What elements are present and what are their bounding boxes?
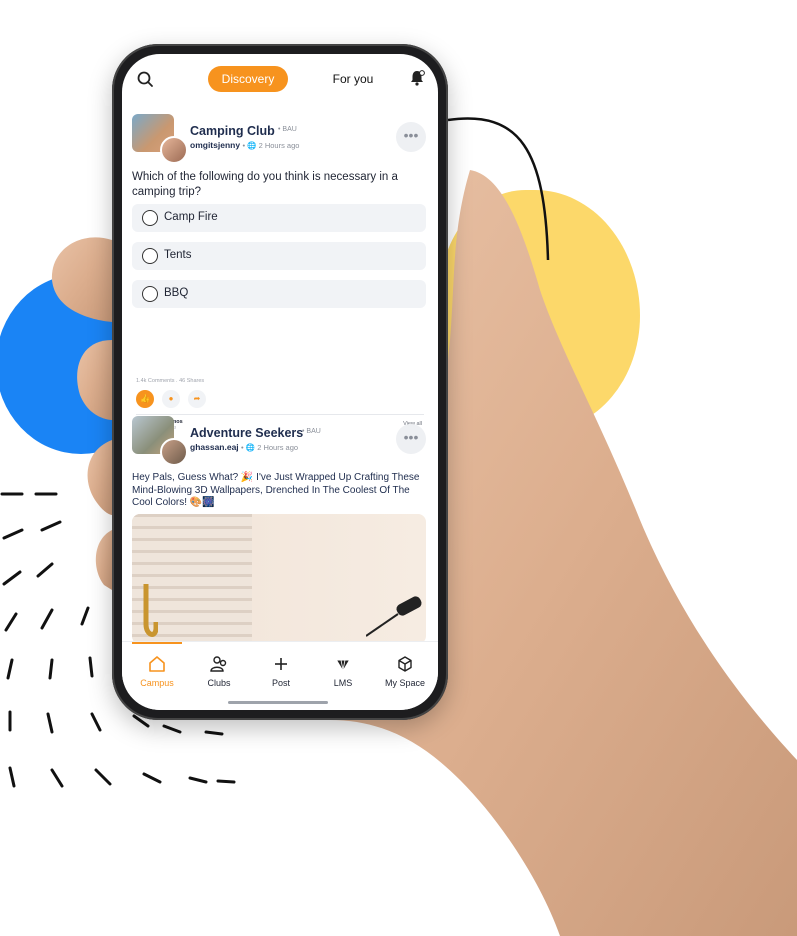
poll-option-label: Tents bbox=[164, 249, 192, 261]
club-tag: • BAU bbox=[278, 126, 297, 133]
poll-option[interactable]: Tents bbox=[132, 242, 426, 270]
username[interactable]: ghassan.eaj bbox=[190, 442, 239, 452]
more-options-button[interactable]: ••• bbox=[396, 122, 426, 152]
tab-for-you[interactable]: For you bbox=[318, 66, 388, 92]
radio-icon bbox=[142, 286, 158, 302]
nav-lms[interactable]: LMS bbox=[312, 642, 374, 702]
post-time: • 🌐 2 Hours ago bbox=[242, 141, 300, 150]
post-meta: omgitsjenny • 🌐 2 Hours ago bbox=[190, 140, 299, 150]
comment-icon[interactable]: ● bbox=[162, 390, 180, 408]
poll-option-label: Camp Fire bbox=[164, 211, 218, 223]
share-icon[interactable]: ➦ bbox=[188, 390, 206, 408]
poll-option[interactable]: BBQ bbox=[132, 280, 426, 308]
cube-icon bbox=[398, 656, 412, 672]
nav-clubs[interactable]: Clubs bbox=[188, 642, 250, 702]
divider bbox=[136, 414, 424, 415]
radio-icon bbox=[142, 210, 158, 226]
post-text: Hey Pals, Guess What? 🎉 I've Just Wrappe… bbox=[132, 472, 420, 508]
tab-discovery[interactable]: Discovery bbox=[208, 66, 288, 92]
username[interactable]: omgitsjenny bbox=[190, 140, 240, 150]
radio-icon bbox=[142, 248, 158, 264]
post-time: • 🌐 2 Hours ago bbox=[241, 443, 299, 452]
bottom-nav: Campus Clubs Post LMS My Space bbox=[122, 641, 438, 710]
nav-label: Clubs bbox=[207, 678, 231, 688]
diamond-icon bbox=[337, 659, 349, 671]
post-meta: ghassan.eaj • 🌐 2 Hours ago bbox=[190, 442, 298, 452]
nav-post[interactable]: Post bbox=[250, 642, 312, 702]
post-time-text: 2 Hours ago bbox=[258, 141, 300, 150]
users-icon bbox=[210, 656, 227, 672]
search-icon[interactable] bbox=[136, 70, 154, 88]
club-tag-text: BAU bbox=[306, 428, 321, 435]
bell-icon[interactable] bbox=[408, 69, 426, 87]
phone-frame: Discovery For you Camping Club • BAU omg… bbox=[112, 44, 448, 720]
club-tag-text: BAU bbox=[282, 126, 297, 133]
nav-label: My Space bbox=[384, 678, 426, 688]
nav-my-space[interactable]: My Space bbox=[374, 642, 436, 702]
nav-label: Post bbox=[271, 678, 290, 688]
home-icon bbox=[149, 656, 165, 672]
microphone-image bbox=[366, 596, 422, 637]
poll-question: Which of the following do you think is n… bbox=[132, 171, 398, 198]
poll-option-label: BBQ bbox=[164, 287, 189, 299]
more-options-button[interactable]: ••• bbox=[396, 424, 426, 454]
user-avatar bbox=[160, 136, 188, 164]
top-bar: Discovery For you bbox=[122, 54, 438, 106]
club-avatar[interactable] bbox=[132, 416, 188, 466]
nav-label: LMS bbox=[333, 678, 353, 688]
club-tag: • BAU bbox=[302, 428, 321, 435]
club-name[interactable]: Camping Club bbox=[190, 124, 275, 138]
user-avatar bbox=[160, 438, 188, 466]
saxophone-image bbox=[143, 584, 158, 637]
club-avatar[interactable] bbox=[132, 114, 188, 164]
post-image[interactable] bbox=[132, 514, 426, 644]
nav-campus[interactable]: Campus bbox=[126, 642, 188, 702]
home-indicator bbox=[228, 701, 328, 704]
app-screen: Discovery For you Camping Club • BAU omg… bbox=[122, 54, 438, 710]
post-time-text: 2 Hours ago bbox=[257, 443, 299, 452]
like-icon[interactable]: 👍 bbox=[136, 390, 154, 408]
post-stats: 1.4k Comments . 46 Shares bbox=[136, 378, 205, 384]
club-name[interactable]: Adventure Seekers bbox=[190, 426, 303, 440]
poll-option[interactable]: Camp Fire bbox=[132, 204, 426, 232]
nav-label: Campus bbox=[140, 678, 174, 688]
plus-icon bbox=[275, 658, 287, 670]
